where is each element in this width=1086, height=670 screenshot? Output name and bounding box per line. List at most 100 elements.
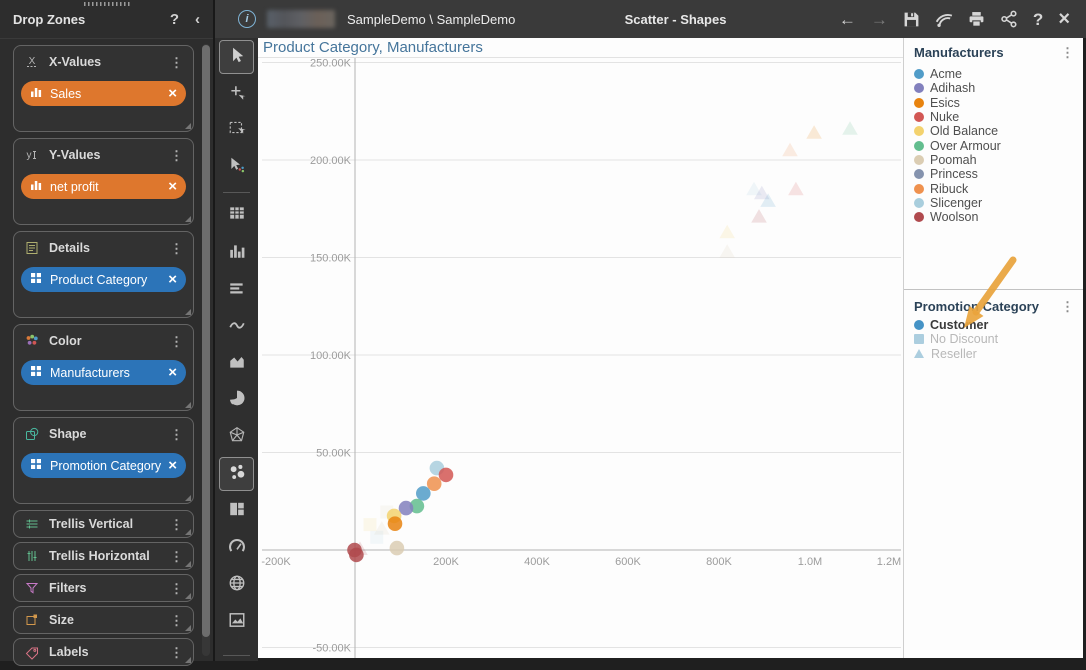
sidebar-scrollbar-thumb[interactable] xyxy=(202,45,210,637)
drop-zone-shape[interactable]: Shape ⋮ Promotion Category × xyxy=(13,417,194,504)
chip-promotion-category[interactable]: Promotion Category × xyxy=(21,453,186,478)
resize-notch[interactable] xyxy=(185,593,191,599)
data-point-reseller[interactable] xyxy=(788,181,804,196)
data-point-customer[interactable] xyxy=(398,500,414,516)
save-icon[interactable] xyxy=(903,11,920,28)
data-point-customer[interactable] xyxy=(438,467,454,483)
drop-zone-x-values[interactable]: X X-Values ⋮ Sales × xyxy=(13,45,194,132)
drop-zone-filters[interactable]: Filters ⋮ xyxy=(13,574,194,602)
pan-tool-button[interactable] xyxy=(219,78,254,112)
info-icon[interactable]: i xyxy=(238,10,256,28)
data-point-reseller[interactable] xyxy=(782,142,798,157)
drop-zone-color[interactable]: Color ⋮ Manufacturers × xyxy=(13,324,194,411)
drop-zone-menu-icon[interactable]: ⋮ xyxy=(166,582,187,595)
data-point-customer[interactable] xyxy=(389,540,405,556)
text-lines-viz-button[interactable] xyxy=(219,274,254,308)
legend-item-over-armour[interactable]: Over Armour xyxy=(914,138,1001,153)
chip-remove-icon[interactable]: × xyxy=(168,179,177,194)
bar-chart-viz-button[interactable] xyxy=(219,236,254,270)
drop-zone-trellis-horizontal[interactable]: Trellis Horizontal ⋮ xyxy=(13,542,194,570)
chart-area[interactable]: Product Category, Manufacturers 250.00K 2… xyxy=(258,38,903,658)
legend-item-nuke[interactable]: Nuke xyxy=(914,110,1001,124)
drop-zone-menu-icon[interactable]: ⋮ xyxy=(166,335,187,348)
data-point-reseller[interactable] xyxy=(842,121,858,135)
line-chart-viz-button[interactable] xyxy=(219,310,254,344)
resize-notch[interactable] xyxy=(185,495,191,501)
chip-remove-icon[interactable]: × xyxy=(168,86,177,101)
legend-item-no-discount[interactable]: No Discount xyxy=(914,332,998,346)
pie-chart-viz-button[interactable] xyxy=(219,383,254,417)
resize-notch[interactable] xyxy=(185,402,191,408)
legend-item-adihash[interactable]: Adihash xyxy=(914,81,1001,95)
chip-manufacturers[interactable]: Manufacturers × xyxy=(21,360,186,385)
data-point-reseller[interactable] xyxy=(806,125,822,139)
drop-zone-menu-icon[interactable]: ⋮ xyxy=(166,56,187,69)
data-point-reseller[interactable] xyxy=(719,224,735,239)
area-chart-viz-button[interactable] xyxy=(219,347,254,381)
data-point-customer[interactable] xyxy=(416,486,431,501)
data-point-no-discount[interactable] xyxy=(363,518,377,532)
manufacturers-legend-menu-icon[interactable]: ⋮ xyxy=(1061,46,1074,59)
drop-zone-menu-icon[interactable]: ⋮ xyxy=(166,614,187,627)
legend-item-slicenger[interactable]: Slicenger xyxy=(914,196,1001,210)
drop-zone-details[interactable]: Details ⋮ Product Category × xyxy=(13,231,194,318)
legend-item-esics[interactable]: Esics xyxy=(914,96,1001,110)
chip-remove-icon[interactable]: × xyxy=(168,272,177,287)
share-icon[interactable] xyxy=(1000,10,1018,28)
legend-item-acme[interactable]: Acme xyxy=(914,67,1001,81)
legend-item-reseller[interactable]: Reseller xyxy=(914,347,998,361)
data-point-customer[interactable] xyxy=(387,516,403,531)
legend-item-princess[interactable]: Princess xyxy=(914,167,1001,181)
treemap-viz-button[interactable] xyxy=(219,494,254,528)
chip-net-profit[interactable]: net profit × xyxy=(21,174,186,199)
data-point-customer[interactable] xyxy=(426,476,442,492)
radar-chart-viz-button[interactable] xyxy=(219,420,254,454)
drop-zone-menu-icon[interactable]: ⋮ xyxy=(166,646,187,659)
legend-item-poomah[interactable]: Poomah xyxy=(914,153,1001,167)
data-point-reseller[interactable] xyxy=(751,209,767,223)
print-icon[interactable] xyxy=(968,11,985,28)
drop-zone-menu-icon[interactable]: ⋮ xyxy=(166,518,187,531)
gauge-viz-button[interactable] xyxy=(219,531,254,565)
drop-zone-menu-icon[interactable]: ⋮ xyxy=(166,149,187,162)
help-icon-topbar[interactable]: ? xyxy=(1033,11,1043,28)
chip-product-category[interactable]: Product Category × xyxy=(21,267,186,292)
promotion-legend-menu-icon[interactable]: ⋮ xyxy=(1061,300,1074,313)
drag-handle[interactable] xyxy=(84,2,130,6)
resize-notch[interactable] xyxy=(185,123,191,129)
resize-notch[interactable] xyxy=(185,561,191,567)
legend-item-woolson[interactable]: Woolson xyxy=(914,210,1001,224)
legend-item-old-balance[interactable]: Old Balance xyxy=(914,124,1001,138)
chip-sales[interactable]: Sales × xyxy=(21,81,186,106)
legend-item-ribuck[interactable]: Ribuck xyxy=(914,181,1001,196)
help-icon[interactable]: ? xyxy=(170,12,179,27)
resize-notch[interactable] xyxy=(185,529,191,535)
scatter-plot[interactable]: 250.00K 200.00K 150.00K 100.00K 50.00K -50.00… xyxy=(258,38,903,658)
pointer-tool-button[interactable] xyxy=(219,40,254,74)
drop-zone-size[interactable]: Size ⋮ xyxy=(13,606,194,634)
publish-icon[interactable] xyxy=(935,10,953,28)
data-point-customer[interactable] xyxy=(349,547,364,563)
drop-zone-labels[interactable]: Labels ⋮ xyxy=(13,638,194,666)
back-icon[interactable]: ← xyxy=(839,11,856,28)
data-point-no-discount[interactable] xyxy=(370,530,384,544)
drop-zone-trellis-vertical[interactable]: Trellis Vertical ⋮ xyxy=(13,510,194,538)
rectangle-select-tool-button[interactable] xyxy=(219,113,254,147)
resize-notch[interactable] xyxy=(185,625,191,631)
map-viz-button[interactable] xyxy=(219,568,254,602)
drop-zone-menu-icon[interactable]: ⋮ xyxy=(166,550,187,563)
resize-notch[interactable] xyxy=(185,309,191,315)
chip-remove-icon[interactable]: × xyxy=(168,365,177,380)
chip-remove-icon[interactable]: × xyxy=(168,458,177,473)
drop-zone-menu-icon[interactable]: ⋮ xyxy=(166,428,187,441)
table-viz-button[interactable] xyxy=(219,198,254,232)
legend-item-customer[interactable]: Customer xyxy=(914,318,998,332)
image-viz-button[interactable] xyxy=(219,605,254,639)
point-select-tool-button[interactable] xyxy=(219,150,254,184)
collapse-panel-icon[interactable]: ‹ xyxy=(195,12,200,27)
close-icon[interactable]: × xyxy=(1058,9,1070,29)
drop-zone-menu-icon[interactable]: ⋮ xyxy=(166,242,187,255)
drop-zone-y-values[interactable]: y Y-Values ⋮ net profit × xyxy=(13,138,194,225)
data-point-reseller[interactable] xyxy=(719,244,735,258)
resize-notch[interactable] xyxy=(185,216,191,222)
